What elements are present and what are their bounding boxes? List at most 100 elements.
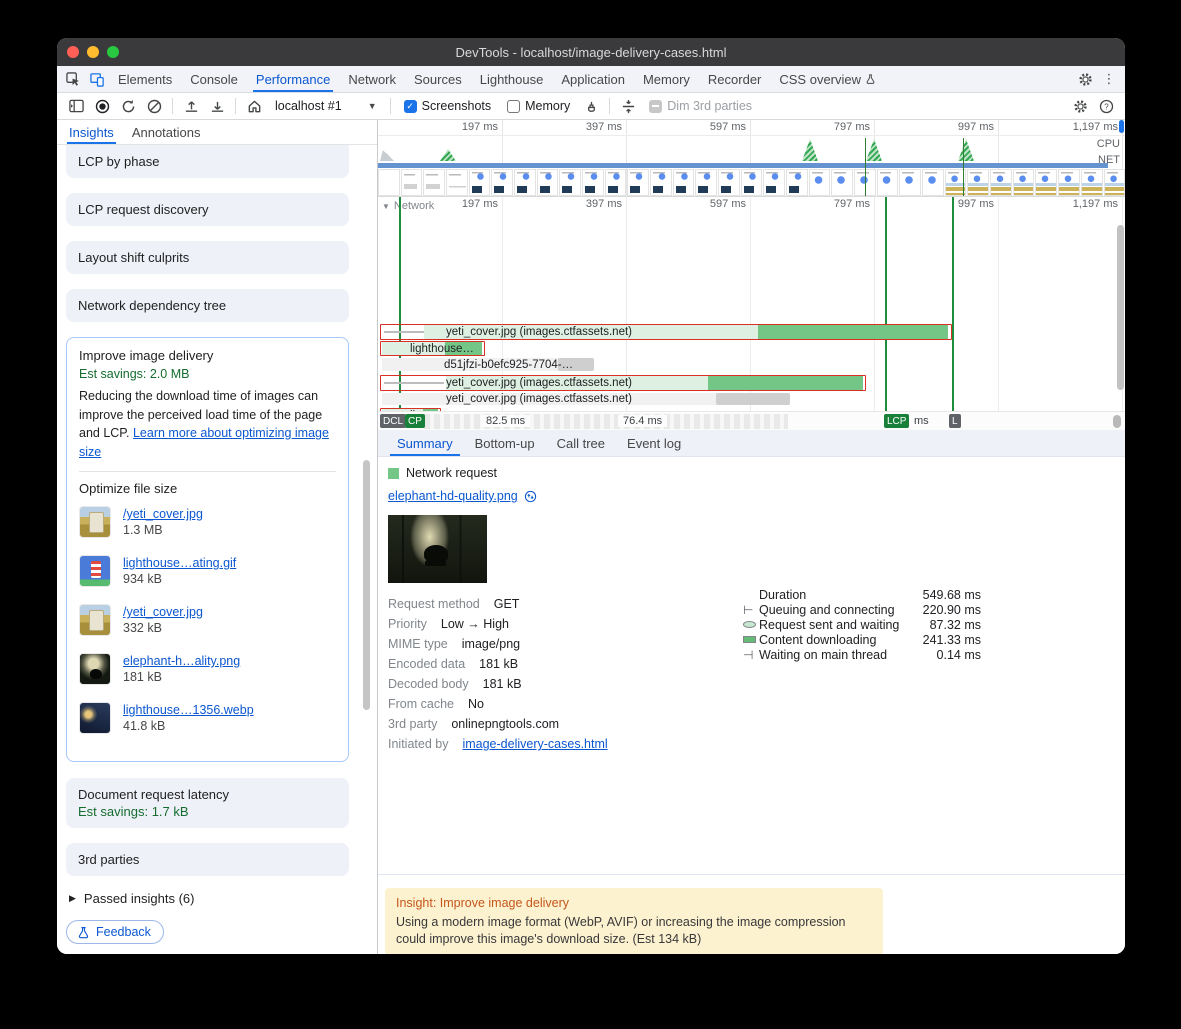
track-scrollbar[interactable]: [1117, 225, 1124, 390]
file-link[interactable]: elephant-h…ality.png: [123, 654, 240, 668]
tab-console[interactable]: Console: [181, 66, 247, 92]
filmstrip-frame[interactable]: [401, 169, 423, 196]
tab-recorder[interactable]: Recorder: [699, 66, 770, 92]
filmstrip-frame[interactable]: [922, 169, 944, 196]
tab-insights[interactable]: Insights: [69, 120, 114, 144]
filmstrip-frame[interactable]: [831, 169, 853, 196]
filmstrip-frame[interactable]: [559, 169, 581, 196]
passed-insights-toggle[interactable]: ▶ Passed insights (6): [69, 891, 377, 906]
file-link[interactable]: lighthouse…1356.webp: [123, 703, 254, 717]
history-dropdown[interactable]: localhost #1 ▼: [267, 99, 385, 113]
collapse-tracks-icon[interactable]: [616, 95, 640, 117]
initiator-link[interactable]: image-delivery-cases.html: [462, 737, 607, 751]
filmstrip-frame[interactable]: [877, 169, 899, 196]
feedback-button[interactable]: Feedback: [66, 920, 164, 944]
tab-css-overview[interactable]: CSS overview: [770, 66, 885, 92]
timings-marker-row[interactable]: DCL CP 82.5 ms 76.4 ms LCP ms L: [378, 411, 1125, 430]
filmstrip-frame[interactable]: [1058, 169, 1080, 196]
zoom-window-button[interactable]: [107, 46, 119, 58]
tab-network[interactable]: Network: [339, 66, 405, 92]
toggle-sidebar-icon[interactable]: [64, 95, 88, 117]
filmstrip-frame[interactable]: [899, 169, 921, 196]
filmstrip-frame[interactable]: [582, 169, 604, 196]
network-request-row[interactable]: yeti_cover.jpg (images.ctfassets.net): [378, 392, 1125, 406]
filmstrip-frame[interactable]: [1035, 169, 1057, 196]
l-marker-badge[interactable]: L: [949, 414, 961, 428]
memory-checkbox[interactable]: Memory: [507, 99, 570, 113]
marker-scroll-thumb[interactable]: [1113, 415, 1121, 428]
tab-call-tree[interactable]: Call tree: [546, 430, 616, 456]
clear-icon[interactable]: [142, 95, 166, 117]
insight-card-improve-image-delivery[interactable]: Improve image delivery Est savings: 2.0 …: [66, 337, 349, 762]
timeline-overview[interactable]: 197 ms397 ms597 ms797 ms997 ms1,197 ms C…: [378, 120, 1125, 197]
tab-lighthouse[interactable]: Lighthouse: [471, 66, 553, 92]
tab-annotations[interactable]: Annotations: [132, 120, 201, 144]
lcp-marker-badge[interactable]: LCP: [884, 414, 909, 428]
more-options-kebab-icon[interactable]: ⋮: [1098, 69, 1120, 89]
filmstrip-frame[interactable]: [378, 169, 400, 196]
filmstrip-frame[interactable]: [809, 169, 831, 196]
sidebar-scrollbar[interactable]: [363, 460, 370, 710]
help-icon[interactable]: ?: [1094, 95, 1118, 117]
filmstrip-frame[interactable]: [1081, 169, 1103, 196]
reveal-in-network-icon[interactable]: [524, 490, 537, 503]
insight-card-layout-shift-culprits[interactable]: Layout shift culprits: [66, 241, 349, 274]
file-link[interactable]: /yeti_cover.jpg: [123, 605, 203, 619]
filmstrip-frame[interactable]: [446, 169, 468, 196]
network-track-header[interactable]: ▼ Network: [382, 200, 434, 212]
filmstrip-frame[interactable]: [695, 169, 717, 196]
home-icon[interactable]: [242, 95, 266, 117]
tab-summary[interactable]: Summary: [386, 430, 464, 456]
device-toolbar-icon[interactable]: [86, 69, 108, 89]
insight-card-document-request-latency[interactable]: Document request latency Est savings: 1.…: [66, 778, 349, 828]
fcp-marker-badge[interactable]: CP: [405, 414, 425, 428]
filmstrip-frame[interactable]: [1013, 169, 1035, 196]
close-window-button[interactable]: [67, 46, 79, 58]
inspect-element-icon[interactable]: [62, 69, 84, 89]
filmstrip-frame[interactable]: [673, 169, 695, 196]
network-request-row[interactable]: d51jfzi-b0efc925-7704-…: [378, 357, 1125, 372]
settings-gear-icon[interactable]: [1074, 69, 1096, 89]
filmstrip-frame[interactable]: [514, 169, 536, 196]
tab-performance[interactable]: Performance: [247, 66, 339, 92]
filmstrip-frame[interactable]: [605, 169, 627, 196]
minimize-window-button[interactable]: [87, 46, 99, 58]
file-link[interactable]: /yeti_cover.jpg: [123, 507, 203, 521]
tab-event-log[interactable]: Event log: [616, 430, 692, 456]
network-request-row[interactable]: yeti_cover.jpg (images.ctfassets.net): [378, 375, 1125, 391]
insight-card-lcp-by-phase[interactable]: LCP by phase: [66, 145, 349, 178]
dcl-marker-badge[interactable]: DCL: [380, 414, 406, 428]
upload-profile-icon[interactable]: [179, 95, 203, 117]
insight-card-3rd-parties[interactable]: 3rd parties: [66, 843, 349, 876]
filmstrip-frame[interactable]: [967, 169, 989, 196]
filmstrip-frame[interactable]: [627, 169, 649, 196]
tab-memory[interactable]: Memory: [634, 66, 699, 92]
network-request-row[interactable]: yeti_cover.jpg (images.ctfassets.net): [378, 324, 1125, 340]
network-track[interactable]: 197 ms397 ms597 ms797 ms997 ms1,197 ms ▼…: [378, 197, 1125, 411]
insight-card-lcp-request-discovery[interactable]: LCP request discovery: [66, 193, 349, 226]
tab-elements[interactable]: Elements: [109, 66, 181, 92]
filmstrip-frame[interactable]: [718, 169, 740, 196]
download-profile-icon[interactable]: [205, 95, 229, 117]
filmstrip-frame[interactable]: [491, 169, 513, 196]
tab-bottom-up[interactable]: Bottom-up: [464, 430, 546, 456]
filmstrip-frame[interactable]: [1104, 169, 1126, 196]
file-link[interactable]: lighthouse…ating.gif: [123, 556, 236, 570]
filmstrip-frame[interactable]: [990, 169, 1012, 196]
screenshot-filmstrip[interactable]: [378, 169, 1125, 196]
gc-brush-icon[interactable]: [579, 95, 603, 117]
filmstrip-frame[interactable]: [763, 169, 785, 196]
filmstrip-frame[interactable]: [786, 169, 808, 196]
record-icon[interactable]: [90, 95, 114, 117]
reload-record-icon[interactable]: [116, 95, 140, 117]
insight-card-network-dependency-tree[interactable]: Network dependency tree: [66, 289, 349, 322]
filmstrip-frame[interactable]: [469, 169, 491, 196]
filmstrip-frame[interactable]: [650, 169, 672, 196]
filmstrip-frame[interactable]: [423, 169, 445, 196]
filmstrip-frame[interactable]: [741, 169, 763, 196]
tab-application[interactable]: Application: [552, 66, 634, 92]
filmstrip-frame[interactable]: [537, 169, 559, 196]
network-request-row[interactable]: lighthouse…: [378, 341, 1125, 356]
request-url-link[interactable]: elephant-hd-quality.png: [388, 489, 518, 503]
tab-sources[interactable]: Sources: [405, 66, 471, 92]
